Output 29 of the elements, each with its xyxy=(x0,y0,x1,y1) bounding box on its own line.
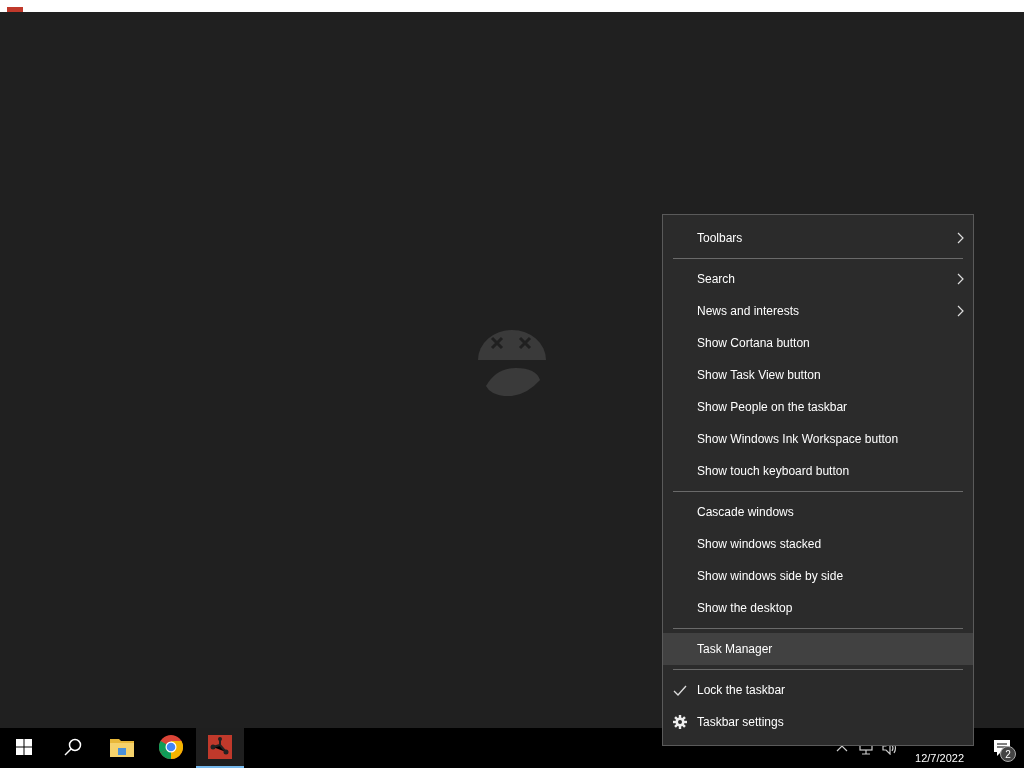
app-icon xyxy=(7,7,23,12)
settings-icon xyxy=(673,715,687,729)
search-icon xyxy=(64,738,82,756)
app-icon xyxy=(208,735,232,759)
menu-item[interactable]: Show windows side by side xyxy=(663,560,973,592)
browser-logo-icon xyxy=(159,735,183,759)
date-text[interactable]: 12/7/2022 xyxy=(905,752,974,768)
menu-item[interactable]: Show touch keyboard button xyxy=(663,455,973,487)
menu-item[interactable]: Taskbar settings xyxy=(663,706,973,738)
menu-item[interactable]: Search xyxy=(663,263,973,295)
menu-item[interactable]: Show Task View button xyxy=(663,359,973,391)
windows-logo-icon xyxy=(16,739,32,755)
notification-badge: 2 xyxy=(1000,746,1016,762)
menu-item[interactable]: Cascade windows xyxy=(663,496,973,528)
menu-item[interactable]: Lock the taskbar xyxy=(663,674,973,706)
menu-item[interactable]: Show People on the taskbar xyxy=(663,391,973,423)
folder-icon xyxy=(110,737,134,757)
chevron-right-icon xyxy=(957,305,964,317)
menu-item[interactable]: Toolbars xyxy=(663,222,973,254)
chevron-right-icon xyxy=(957,273,964,285)
menu-item[interactable]: Show Windows Ink Workspace button xyxy=(663,423,973,455)
menu-item[interactable]: News and interests xyxy=(663,295,973,327)
menu-item[interactable]: Show Cortana button xyxy=(663,327,973,359)
menu-item[interactable]: Show the desktop xyxy=(663,592,973,624)
notification-button[interactable]: 2 xyxy=(980,728,1024,768)
chevron-right-icon xyxy=(957,232,964,244)
taskbar-button[interactable] xyxy=(196,728,244,768)
menu-item[interactable]: Task Manager xyxy=(663,633,973,665)
menu-item[interactable]: Show windows stacked xyxy=(663,528,973,560)
